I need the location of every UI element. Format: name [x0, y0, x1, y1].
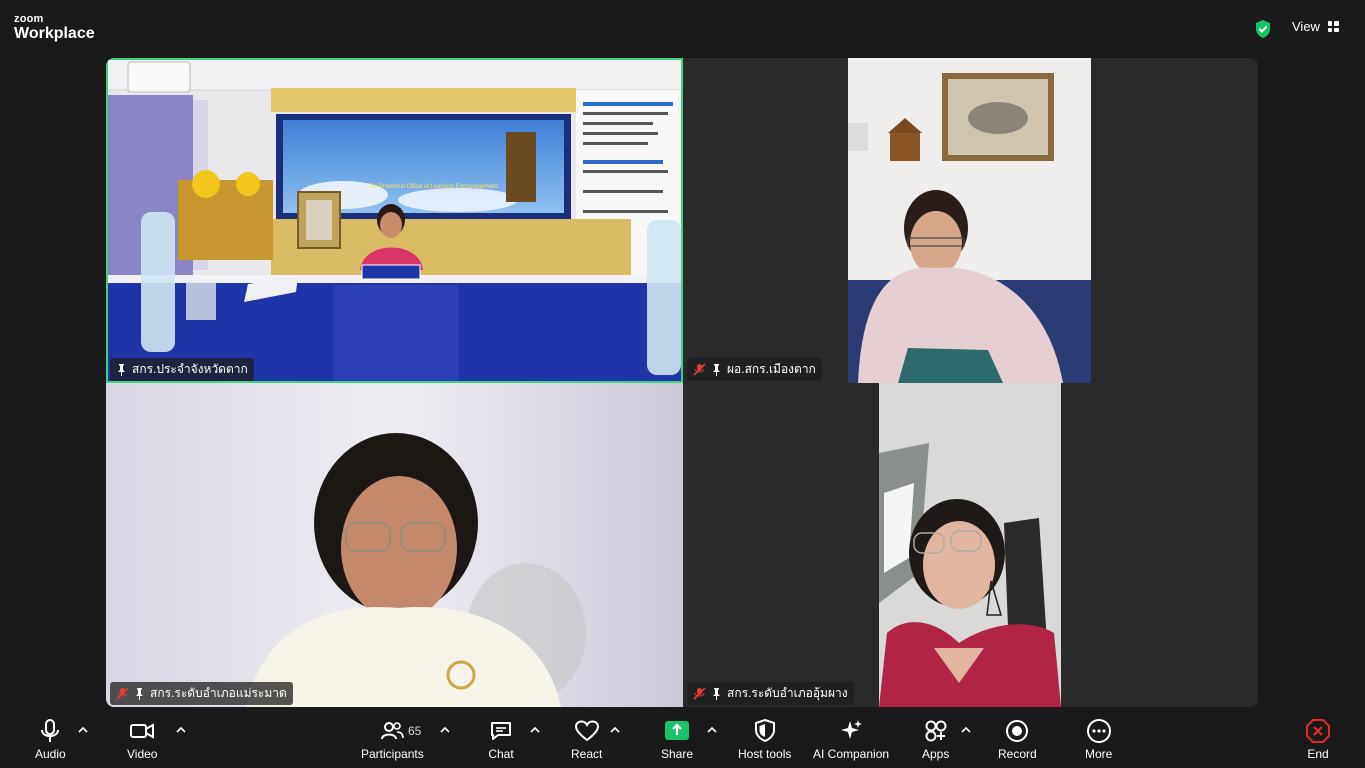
- video-label: Video: [127, 747, 158, 761]
- participant-name: สกร.ระดับอำเภออุ้มผาง: [727, 686, 848, 700]
- video-gallery: Tak Provincial Office of Learning Encour…: [106, 58, 1258, 707]
- more-button[interactable]: More: [1085, 718, 1112, 761]
- heart-icon: [574, 720, 599, 742]
- view-button[interactable]: View: [1292, 19, 1339, 34]
- audio-options-chevron-up-icon[interactable]: [78, 726, 88, 734]
- chat-button[interactable]: Chat: [488, 718, 514, 761]
- view-label: View: [1292, 19, 1320, 34]
- pin-icon: [713, 687, 720, 700]
- react-label: React: [571, 747, 603, 761]
- participant-name-tag: ผอ.สกร.เมืองตาก: [687, 358, 822, 381]
- end-label: End: [1307, 747, 1329, 761]
- muted-mic-icon: [693, 687, 706, 700]
- pin-icon: [713, 363, 720, 376]
- participant-tile[interactable]: สกร.ระดับอำเภอแม่ระมาด: [106, 383, 683, 707]
- react-button[interactable]: React: [571, 718, 602, 761]
- ai-companion-label: AI Companion: [813, 747, 890, 761]
- participants-icon: [381, 722, 405, 740]
- record-label: Record: [998, 747, 1037, 761]
- audio-label: Audio: [35, 747, 66, 761]
- audio-button[interactable]: Audio: [35, 718, 66, 761]
- share-options-chevron-up-icon[interactable]: [707, 726, 717, 734]
- participants-options-chevron-up-icon[interactable]: [440, 726, 450, 734]
- ai-sparkle-icon: [841, 720, 863, 739]
- share-label: Share: [661, 747, 694, 761]
- apps-icon: [925, 720, 947, 742]
- more-ellipsis-icon: [1086, 719, 1111, 743]
- more-label: More: [1085, 747, 1113, 761]
- end-call-icon: [1306, 719, 1330, 743]
- grid-view-icon: [1327, 21, 1339, 32]
- apps-options-chevron-up-icon[interactable]: [961, 726, 971, 734]
- record-button[interactable]: Record: [998, 718, 1037, 761]
- logo-big: Workplace: [14, 25, 95, 42]
- video-button[interactable]: Video: [127, 718, 157, 761]
- pin-icon: [118, 363, 125, 376]
- participants-count: 65: [408, 724, 422, 738]
- participant-video: Tak Provincial Office of Learning Encour…: [106, 58, 683, 383]
- participant-name: ผอ.สกร.เมืองตาก: [727, 362, 816, 376]
- meeting-toolbar: Audio Video Participants 65 Chat React S…: [0, 712, 1365, 768]
- participant-tile[interactable]: Tak Provincial Office of Learning Encour…: [106, 58, 683, 383]
- participants-label: Participants: [361, 747, 424, 761]
- security-shield-icon[interactable]: [1254, 19, 1272, 39]
- participant-name-tag: สกร.ระดับอำเภอแม่ระมาด: [110, 682, 293, 705]
- ai-companion-button[interactable]: AI Companion: [813, 718, 889, 761]
- chat-options-chevron-up-icon[interactable]: [530, 726, 540, 734]
- participant-name-tag: สกร.ระดับอำเภออุ้มผาง: [687, 682, 854, 705]
- top-bar: zoom Workplace View: [0, 0, 1365, 52]
- microphone-icon: [41, 719, 60, 742]
- participant-name-tag: สกร.ประจำจังหวัดตาก: [110, 358, 254, 381]
- muted-mic-icon: [116, 687, 129, 700]
- host-shield-icon: [754, 718, 775, 743]
- zoom-workplace-logo: zoom Workplace: [14, 14, 95, 42]
- apps-label: Apps: [922, 747, 950, 761]
- share-screen-icon: [665, 721, 690, 740]
- record-icon: [1006, 720, 1029, 742]
- chat-icon: [491, 722, 511, 740]
- video-options-chevron-up-icon[interactable]: [176, 726, 186, 734]
- participant-video: [879, 383, 1061, 707]
- participant-tile[interactable]: ผอ.สกร.เมืองตาก: [683, 58, 1258, 383]
- participant-name: สกร.ระดับอำเภอแม่ระมาด: [150, 686, 287, 700]
- react-options-chevron-up-icon[interactable]: [610, 726, 620, 734]
- muted-mic-icon: [693, 363, 706, 376]
- participant-name: สกร.ประจำจังหวัดตาก: [132, 362, 248, 376]
- logo-small: zoom: [14, 13, 44, 25]
- host-tools-button[interactable]: Host tools: [738, 718, 791, 761]
- host-tools-label: Host tools: [738, 747, 792, 761]
- share-button[interactable]: Share: [661, 718, 693, 761]
- video-camera-icon: [130, 723, 155, 739]
- participant-video: [106, 383, 683, 707]
- chat-label: Chat: [488, 747, 514, 761]
- participant-video: [848, 58, 1091, 383]
- pin-icon: [136, 687, 143, 700]
- apps-button[interactable]: Apps: [922, 718, 949, 761]
- end-meeting-button[interactable]: End: [1305, 718, 1331, 761]
- participant-tile[interactable]: สกร.ระดับอำเภออุ้มผาง: [683, 383, 1258, 707]
- banner-text: Tak Provincial Office of Learning Encour…: [368, 184, 498, 190]
